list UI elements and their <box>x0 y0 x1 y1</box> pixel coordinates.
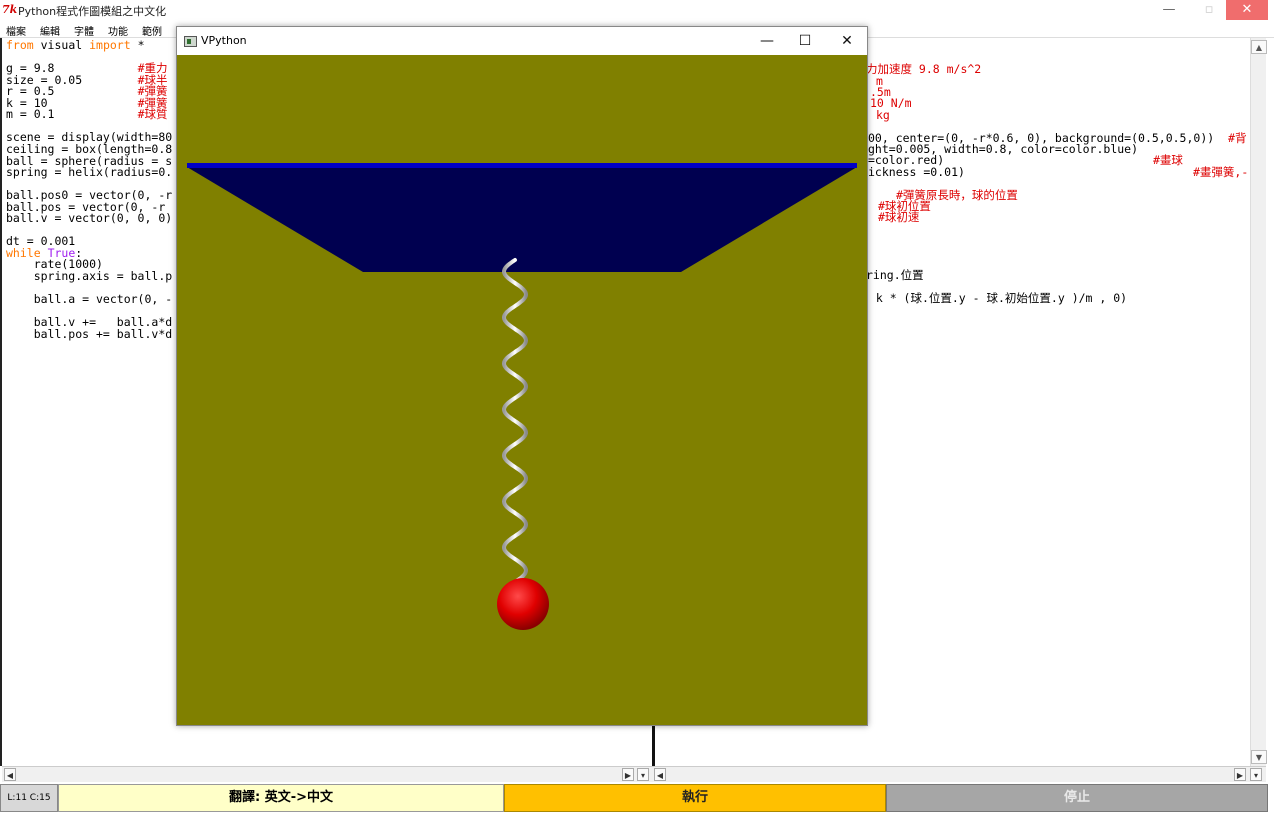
code-text: m = 0.1 <box>6 107 138 122</box>
scroll-up-icon[interactable]: ▲ <box>1251 40 1267 54</box>
code-keyword: import <box>89 38 131 52</box>
minimize-button[interactable]: — <box>1152 0 1186 20</box>
code-comment: 力加速度 9.8 m/s^2 <box>866 62 982 76</box>
code-text: ball.v = vector(0, 0, 0) <box>6 211 173 226</box>
vpython-app-icon <box>184 36 197 47</box>
left-horizontal-scrollbar[interactable]: ◀ ▶ <box>2 766 636 782</box>
code-keyword: from <box>6 38 34 52</box>
right-horizontal-scrollbar[interactable]: ◀ ▶ ▾ <box>652 766 1266 782</box>
spring-helix <box>501 258 529 584</box>
ceiling-side-face <box>187 167 857 272</box>
vpython-scene <box>187 163 857 630</box>
code-line: spring.axis = ball.p <box>6 269 173 283</box>
ceiling-top-edge <box>187 163 857 168</box>
close-button[interactable]: ✕ <box>1226 0 1268 20</box>
code-comment: #背 <box>1228 131 1247 145</box>
code-line: kg <box>876 108 890 122</box>
run-button[interactable]: 執行 <box>504 784 886 812</box>
scroll-down-small-icon[interactable]: ▾ <box>1250 768 1262 781</box>
menu-font[interactable]: 字體 <box>74 23 94 38</box>
code-line: ickness =0.01) <box>868 165 965 179</box>
code-comment: #球質 <box>137 107 168 122</box>
tk-feather-icon: 7k <box>2 3 18 16</box>
cursor-position: L:11 C:15 <box>0 784 58 812</box>
code-comment: kg <box>876 108 890 122</box>
menu-function[interactable]: 功能 <box>108 23 128 38</box>
code-text: * <box>130 38 145 52</box>
code-comment: #球初速 <box>878 210 920 224</box>
code-text: ring.位置 <box>866 268 924 282</box>
code-text: visual <box>33 38 90 52</box>
code-line: #球初速 <box>878 210 920 224</box>
vertical-scrollbar[interactable]: ▲ ▼ <box>1250 38 1267 766</box>
ball <box>497 578 549 630</box>
menu-edit[interactable]: 編輯 <box>40 23 60 38</box>
scroll-right-icon[interactable]: ▶ <box>1234 768 1246 781</box>
vpython-minimize-button[interactable]: — <box>753 31 781 51</box>
code-comment: #畫彈簧,- <box>1193 165 1249 179</box>
scroll-right-icon[interactable]: ▶ <box>622 768 634 781</box>
menu-file[interactable]: 檔案 <box>6 23 26 38</box>
translate-button[interactable]: 翻譯: 英文->中文 <box>58 784 504 812</box>
code-text: - k * (球.位置.y - 球.初始位置.y )/m , 0) <box>862 291 1128 305</box>
middle-scroll-corner: ▾ <box>636 766 652 782</box>
vpython-maximize-button[interactable]: ☐ <box>791 31 819 51</box>
code-comment: #畫球 <box>1153 153 1183 167</box>
main-titlebar: 7k Python程式作圖模組之中文化 — ▫ ✕ <box>0 0 1274 20</box>
scroll-left-icon[interactable]: ◀ <box>654 768 666 781</box>
code-line: 力加速度 9.8 m/s^2 <box>866 62 982 76</box>
vpython-title: VPython <box>201 34 247 47</box>
vpython-close-button[interactable]: ✕ <box>833 31 861 51</box>
code-line: ball.v = vector(0, 0, 0) <box>6 213 172 225</box>
maximize-button[interactable]: ▫ <box>1192 0 1226 20</box>
vpython-titlebar[interactable]: VPython — ☐ ✕ <box>177 27 867 55</box>
code-text: ickness =0.01) <box>868 165 965 179</box>
code-line: ball.pos += ball.v*d <box>6 326 173 341</box>
code-text: spring.axis = ball.p <box>6 269 173 283</box>
menu-examples[interactable]: 範例 <box>142 23 162 38</box>
stop-button[interactable]: 停止 <box>886 784 1268 812</box>
scroll-down-icon[interactable]: ▼ <box>1251 750 1267 764</box>
code-line: m = 0.1 #球質 <box>6 109 168 121</box>
code-text: spring = helix(radius=0. <box>6 165 173 180</box>
code-line: - k * (球.位置.y - 球.初始位置.y )/m , 0) <box>862 291 1128 305</box>
code-line: spring = helix(radius=0. <box>6 165 173 180</box>
scroll-left-icon[interactable]: ◀ <box>4 768 16 781</box>
code-text: ball.pos += ball.v*d <box>6 326 173 341</box>
code-text: ball.a = vector(0, - <box>6 292 173 307</box>
code-line: ball.a = vector(0, - <box>6 292 173 307</box>
code-line: ring.位置 <box>866 268 924 282</box>
scroll-down-small-icon[interactable]: ▾ <box>637 768 649 781</box>
code-line: from visual import * <box>6 38 145 52</box>
vpython-3d-canvas[interactable] <box>177 55 867 725</box>
app-title: Python程式作圖模組之中文化 <box>18 5 167 18</box>
vpython-window: VPython — ☐ ✕ <box>176 26 868 726</box>
